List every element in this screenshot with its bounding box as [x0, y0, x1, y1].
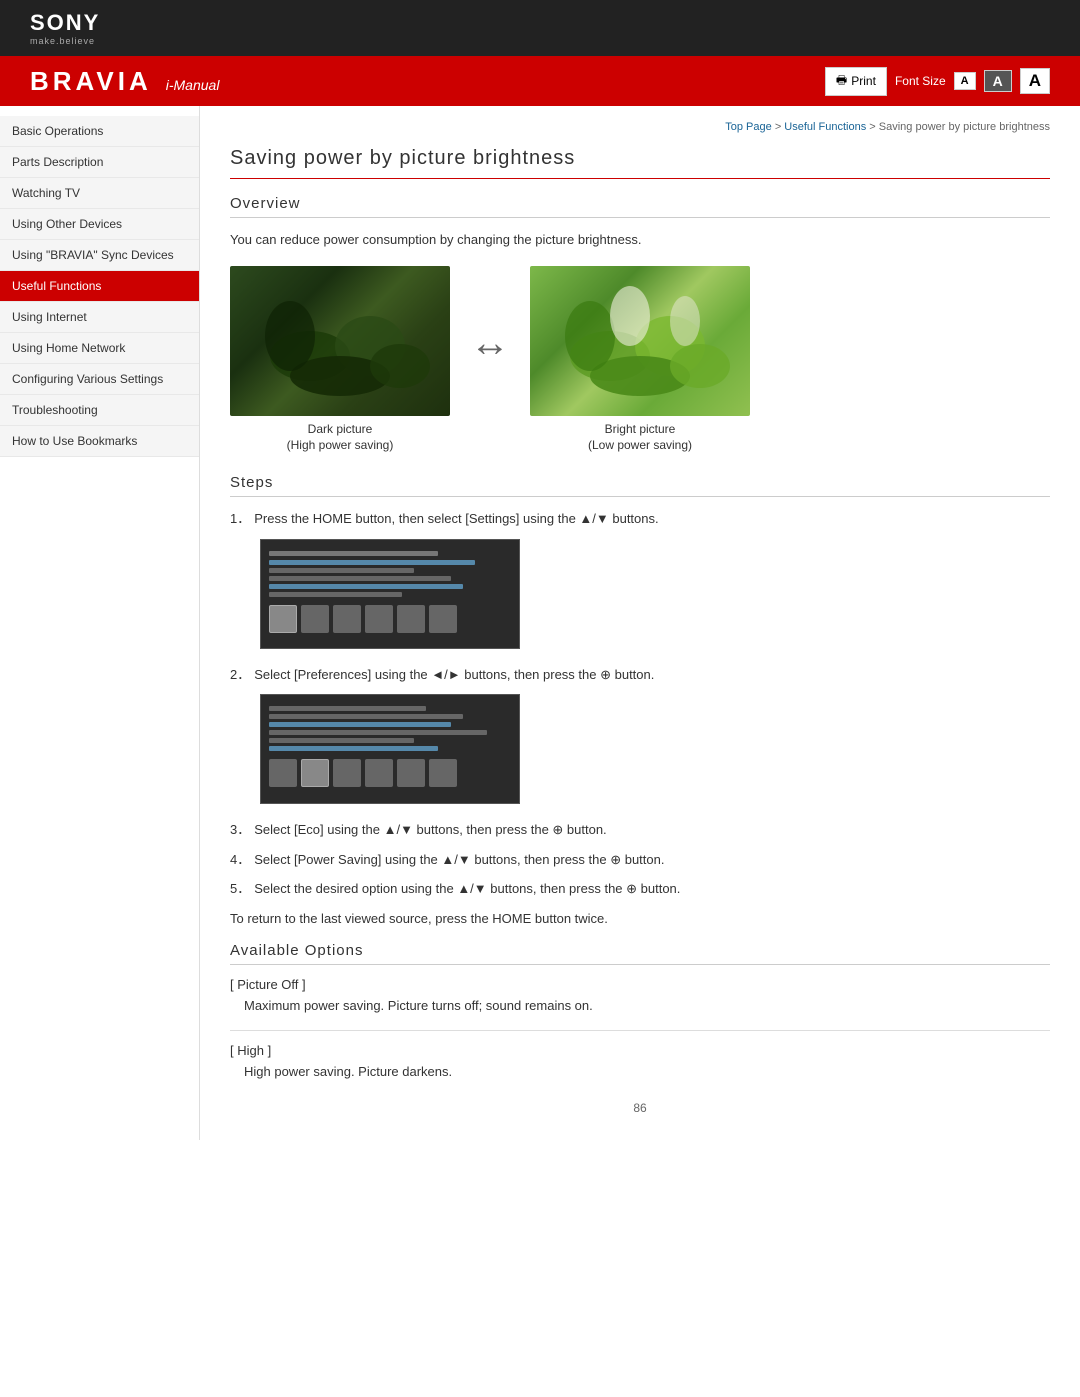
step-4-text: Select [Power Saving] using the ▲/▼ butt…: [254, 850, 664, 870]
print-button[interactable]: 🖶 Print: [825, 67, 887, 96]
sony-tagline: make.believe: [30, 36, 100, 46]
page-title: Saving power by picture brightness: [230, 147, 1050, 179]
step-1-num: 1．: [230, 509, 250, 529]
option-high-label: [ High ]: [230, 1043, 1050, 1058]
content-area: Top Page > Useful Functions > Saving pow…: [200, 106, 1080, 1140]
step-3-text: Select [Eco] using the ▲/▼ buttons, then…: [254, 820, 606, 840]
sidebar-item-parts-description[interactable]: Parts Description: [0, 147, 199, 178]
step-2-text: Select [Preferences] using the ◄/► butto…: [254, 665, 654, 685]
bright-picture-caption: Bright picture (Low power saving): [588, 421, 692, 455]
step-3-num: 3．: [230, 820, 250, 840]
step-5-num: 5．: [230, 879, 250, 899]
available-options-heading: Available Options: [230, 942, 1050, 965]
option-divider: [230, 1030, 1050, 1031]
overview-heading: Overview: [230, 195, 1050, 218]
step-4: 4． Select [Power Saving] using the ▲/▼ b…: [230, 850, 1050, 870]
overview-text: You can reduce power consumption by chan…: [230, 230, 1050, 250]
print-icon: 🖶: [836, 71, 847, 92]
sidebar-item-watching-tv[interactable]: Watching TV: [0, 178, 199, 209]
font-size-label: Font Size: [895, 74, 946, 88]
dark-picture-caption: Dark picture (High power saving): [287, 421, 394, 455]
option-picture-off-label: [ Picture Off ]: [230, 977, 1050, 992]
arrow-container: ↔: [470, 266, 510, 366]
step-1-screen-image: [260, 539, 520, 649]
sony-logo: SONY: [30, 10, 100, 36]
option-picture-off: [ Picture Off ] Maximum power saving. Pi…: [230, 977, 1050, 1016]
font-size-medium-button[interactable]: A: [984, 70, 1012, 92]
brightness-arrow-icon: ↔: [470, 321, 510, 366]
bright-picture-block: Bright picture (Low power saving): [530, 266, 750, 455]
step-2-screenshot: [260, 694, 1050, 804]
breadcrumb-useful-functions[interactable]: Useful Functions: [784, 121, 866, 133]
sidebar-item-basic-operations[interactable]: Basic Operations: [0, 116, 199, 147]
breadcrumb-current: Saving power by picture brightness: [879, 121, 1050, 133]
dark-picture-image: [230, 266, 450, 416]
bravia-logo: BRAVIA: [30, 66, 152, 97]
sidebar-item-using-bravia-sync[interactable]: Using "BRAVIA" Sync Devices: [0, 240, 199, 271]
step-4-num: 4．: [230, 850, 250, 870]
font-size-small-button[interactable]: A: [954, 72, 976, 90]
step-5: 5． Select the desired option using the ▲…: [230, 879, 1050, 899]
sidebar-item-useful-functions[interactable]: Useful Functions: [0, 271, 199, 302]
sidebar: Basic Operations Parts Description Watch…: [0, 106, 200, 1140]
sony-header: SONY make.believe: [0, 0, 1080, 56]
sidebar-item-using-home-network[interactable]: Using Home Network: [0, 333, 199, 364]
sidebar-item-using-other-devices[interactable]: Using Other Devices: [0, 209, 199, 240]
step-5-text: Select the desired option using the ▲/▼ …: [254, 879, 680, 899]
breadcrumb: Top Page > Useful Functions > Saving pow…: [230, 121, 1050, 133]
step-2: 2． Select [Preferences] using the ◄/► bu…: [230, 665, 1050, 685]
step-1: 1． Press the HOME button, then select [S…: [230, 509, 1050, 529]
imanual-label: i-Manual: [166, 77, 220, 93]
bright-picture-image: [530, 266, 750, 416]
main-layout: Basic Operations Parts Description Watch…: [0, 106, 1080, 1140]
breadcrumb-top[interactable]: Top Page: [725, 121, 771, 133]
step-1-text: Press the HOME button, then select [Sett…: [254, 509, 658, 529]
image-comparison: Dark picture (High power saving) ↔: [230, 266, 1050, 455]
bravia-header: BRAVIA i-Manual 🖶 Print Font Size A A A: [0, 56, 1080, 106]
sidebar-item-bookmarks[interactable]: How to Use Bookmarks: [0, 426, 199, 457]
step-1-screenshot: [260, 539, 1050, 649]
option-high-desc: High power saving. Picture darkens.: [230, 1062, 1050, 1082]
step-2-screen-image: [260, 694, 520, 804]
sidebar-item-using-internet[interactable]: Using Internet: [0, 302, 199, 333]
steps-heading: Steps: [230, 474, 1050, 497]
step-3: 3． Select [Eco] using the ▲/▼ buttons, t…: [230, 820, 1050, 840]
sidebar-item-troubleshooting[interactable]: Troubleshooting: [0, 395, 199, 426]
sidebar-item-configuring-various[interactable]: Configuring Various Settings: [0, 364, 199, 395]
option-picture-off-desc: Maximum power saving. Picture turns off;…: [230, 996, 1050, 1016]
return-text: To return to the last viewed source, pre…: [230, 909, 1050, 929]
step-2-num: 2．: [230, 665, 250, 685]
font-size-large-button[interactable]: A: [1020, 68, 1050, 94]
option-high: [ High ] High power saving. Picture dark…: [230, 1043, 1050, 1082]
page-number: 86: [230, 1101, 1050, 1125]
dark-picture-block: Dark picture (High power saving): [230, 266, 450, 455]
